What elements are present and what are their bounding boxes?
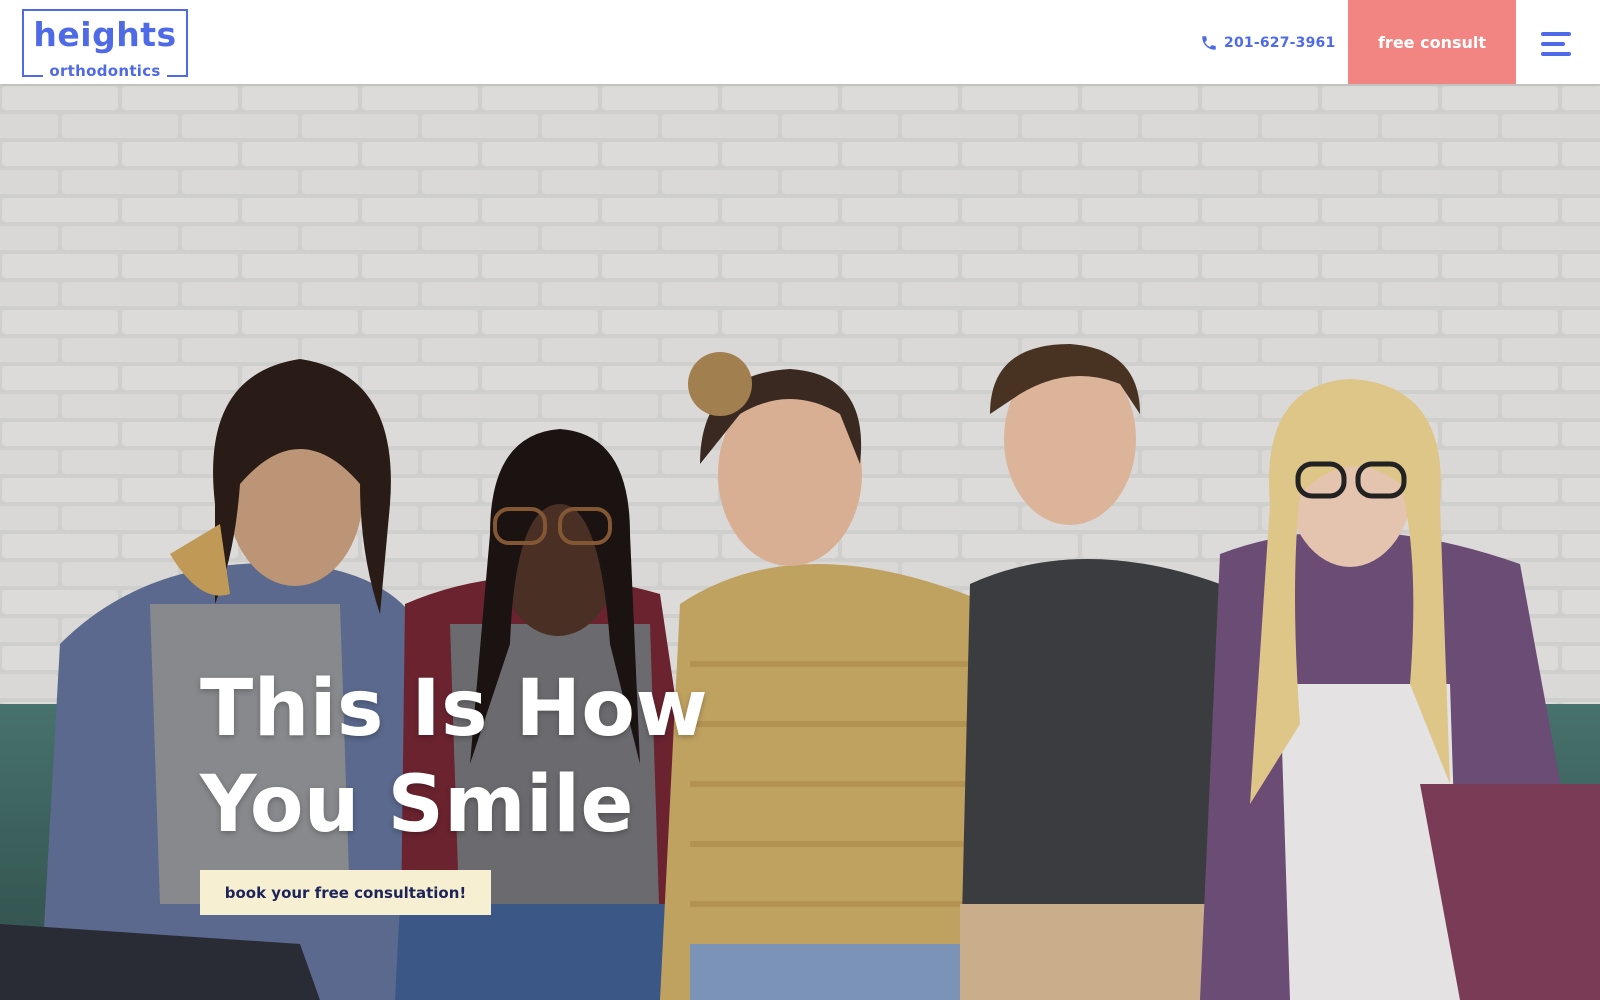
book-consultation-label: book your free consultation! [224, 883, 467, 902]
site-header: heights orthodontics 201-627-3961 free c… [0, 0, 1600, 84]
hero-section: This Is How You Smile book your free con… [0, 84, 1600, 1000]
hero-title-line-1: This Is How [200, 664, 709, 754]
site-logo[interactable]: heights orthodontics [22, 9, 188, 79]
phone-link[interactable]: 201-627-3961 [1200, 32, 1335, 54]
hamburger-menu-icon[interactable] [1541, 30, 1575, 58]
book-consultation-button[interactable]: book your free consultation! [200, 870, 491, 915]
free-consult-label: free consult [1377, 32, 1487, 52]
phone-icon [1200, 34, 1218, 52]
phone-number: 201-627-3961 [1224, 35, 1336, 51]
hero-title-line-2: You Smile [200, 760, 634, 850]
hero-title: This Is How You Smile [200, 661, 760, 853]
logo-subtitle: orthodontics [43, 63, 167, 79]
hero-overlay [0, 84, 1600, 1000]
free-consult-button[interactable]: free consult [1348, 0, 1516, 84]
logo-wordmark: heights [33, 15, 177, 54]
